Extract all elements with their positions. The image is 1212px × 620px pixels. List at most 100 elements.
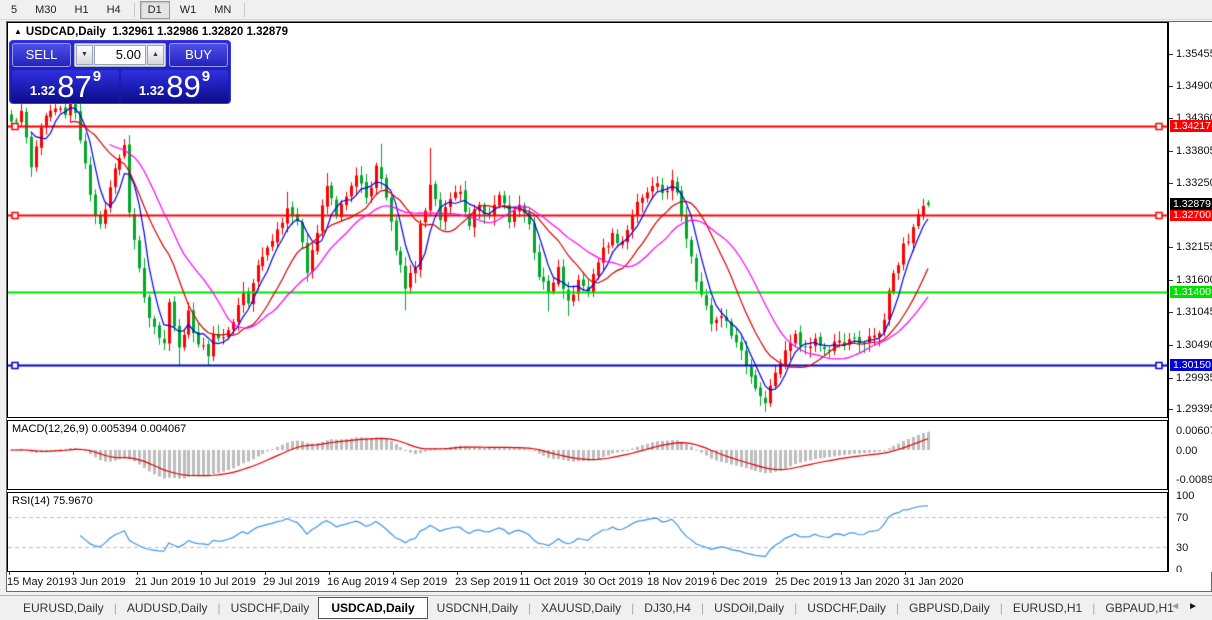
rsi-panel: RSI(14) 75.9670: [7, 492, 1168, 572]
chart-ohlc-values: 1.32961 1.32986 1.32820 1.32879: [112, 26, 288, 38]
price-tick: [1169, 409, 1173, 410]
tab-eurusd-daily[interactable]: EURUSD,Daily: [14, 598, 113, 618]
volume-spinner: ▼ 5.00 ▲: [74, 43, 166, 67]
date-tick-label: 23 Sep 2019: [455, 576, 517, 588]
price-tick: [1169, 345, 1173, 346]
tabs-scroll-left-icon[interactable]: ◄: [1170, 601, 1188, 612]
chart-window: MACD(12,26,9) 0.005394 0.004067 RSI(14) …: [6, 21, 1212, 592]
date-tick-label: 3 Jun 2019: [71, 576, 125, 588]
date-tick-label: 15 May 2019: [7, 576, 71, 588]
date-axis[interactable]: 15 May 20193 Jun 2019 21 Jun 201910 Jul 2…: [7, 572, 1211, 591]
buy-quote[interactable]: 1.32899: [121, 70, 228, 103]
rsi-canvas[interactable]: [8, 493, 1167, 571]
date-tick-label: 18 Nov 2019: [647, 576, 709, 588]
price-tick-label: 1.31045: [1176, 306, 1212, 318]
price-tick-label: 1.32155: [1176, 241, 1212, 253]
price-tick-label: 1.33250: [1176, 177, 1212, 189]
date-tick: [713, 572, 714, 575]
tab-usdcnh-daily[interactable]: USDCNH,Daily: [428, 598, 527, 618]
date-tick: [457, 572, 458, 575]
price-tick: [1169, 312, 1173, 313]
rsi-axis-label: 30: [1176, 542, 1188, 554]
date-tick-label: 6 Dec 2019: [711, 576, 767, 588]
tab-audusd-daily[interactable]: AUDUSD,Daily: [118, 598, 217, 618]
timeframe-button-D1[interactable]: D1: [140, 1, 170, 19]
price-tick-label: 1.33805: [1176, 145, 1212, 157]
tab-usdchf-daily[interactable]: USDCHF,Daily: [222, 598, 319, 618]
date-tick-label: 25 Dec 2019: [775, 576, 837, 588]
hline-price-label: 1.34217: [1170, 120, 1212, 132]
macd-axis-label: -0.008965: [1176, 474, 1212, 486]
date-tick: [201, 572, 202, 575]
date-tick: [137, 572, 138, 575]
rsi-axis-label: 100: [1176, 490, 1194, 502]
rsi-label: RSI(14) 75.9670: [12, 495, 93, 507]
tabs-scroll-right-icon[interactable]: ►: [1188, 601, 1206, 612]
timeframe-button-MN[interactable]: MN: [206, 1, 239, 19]
symbol-tab-bar: EURUSD,Daily|AUDUSD,Daily|USDCHF,DailyUS…: [0, 595, 1212, 620]
price-tick: [1169, 247, 1173, 248]
tab-usdcad-daily[interactable]: USDCAD,Daily: [318, 597, 427, 619]
macd-label: MACD(12,26,9) 0.005394 0.004067: [12, 423, 186, 435]
sell-quote[interactable]: 1.32879: [12, 70, 119, 103]
price-tick-label: 1.34900: [1176, 80, 1212, 92]
price-tick: [1169, 183, 1173, 184]
price-tick-label: 1.35455: [1176, 48, 1212, 60]
tab-usdchf-daily[interactable]: USDCHF,Daily: [798, 598, 895, 618]
date-tick-label: 11 Oct 2019: [519, 576, 578, 588]
date-tick: [9, 572, 10, 575]
date-tick: [393, 572, 394, 575]
date-tick: [585, 572, 586, 575]
volume-increase-button[interactable]: ▲: [147, 45, 164, 65]
date-tick-label: 13 Jan 2020: [839, 576, 900, 588]
price-tick-label: 1.29395: [1176, 403, 1212, 415]
date-tick-label: 31 Jan 2020: [903, 576, 964, 588]
price-tick-label: 1.29935: [1176, 372, 1212, 384]
date-tick: [905, 572, 906, 575]
volume-input[interactable]: 5.00: [94, 45, 146, 65]
tab-xauusd-daily[interactable]: XAUUSD,Daily: [532, 598, 630, 618]
timeframe-button-H1[interactable]: H1: [67, 1, 97, 19]
date-tick: [649, 572, 650, 575]
arrow-down-icon: ▼: [81, 51, 88, 58]
timeframe-button-5[interactable]: 5: [3, 1, 25, 19]
tab-eurusd-h1[interactable]: EURUSD,H1: [1004, 598, 1091, 618]
macd-axis-label: 0.006078: [1176, 425, 1212, 437]
price-tick: [1169, 378, 1173, 379]
price-tick: [1169, 86, 1173, 87]
hline-price-label: 1.32700: [1170, 209, 1212, 221]
tab-usdoil-daily[interactable]: USDOil,Daily: [705, 598, 793, 618]
sell-button[interactable]: SELL: [12, 43, 71, 67]
date-tick-label: 30 Oct 2019: [583, 576, 643, 588]
macd-panel: MACD(12,26,9) 0.005394 0.004067: [7, 420, 1168, 490]
date-tick: [841, 572, 842, 575]
current-price-label: 1.32879: [1170, 198, 1212, 210]
tab-gbpusd-daily[interactable]: GBPUSD,Daily: [900, 598, 999, 618]
price-tick: [1169, 151, 1173, 152]
one-click-trading-panel: SELL ▼ 5.00 ▲ BUY 1.32879 1.32899: [9, 40, 231, 104]
buy-button[interactable]: BUY: [169, 43, 228, 67]
hline-price-label: 1.30150: [1170, 359, 1212, 371]
date-tick-label: 21 Jun 2019: [135, 576, 196, 588]
chart-title: ▲USDCAD,Daily 1.32961 1.32986 1.32820 1.…: [14, 26, 288, 38]
arrow-up-icon: ▲: [152, 51, 159, 58]
tab-dj30-h4[interactable]: DJ30,H4: [635, 598, 700, 618]
rsi-axis-label: 70: [1176, 512, 1188, 524]
price-axis[interactable]: 1.354551.349001.343601.338051.332501.321…: [1168, 22, 1212, 572]
date-tick-label: 10 Jul 2019: [199, 576, 256, 588]
price-tick: [1169, 280, 1173, 281]
toolbar-separator: [244, 3, 245, 17]
price-tick-label: 1.31600: [1176, 274, 1212, 286]
volume-decrease-button[interactable]: ▼: [76, 45, 93, 65]
toolbar-separator: [134, 3, 135, 17]
date-tick: [521, 572, 522, 575]
timeframe-button-W1[interactable]: W1: [172, 1, 205, 19]
date-tick: [73, 572, 74, 575]
collapse-triangle-icon[interactable]: ▲: [14, 27, 22, 36]
date-tick: [265, 572, 266, 575]
macd-axis-label: 0.00: [1176, 445, 1197, 457]
date-tick: [777, 572, 778, 575]
timeframe-button-M30[interactable]: M30: [27, 1, 64, 19]
hline-price-label: 1.31400: [1170, 286, 1212, 298]
timeframe-button-H4[interactable]: H4: [99, 1, 129, 19]
